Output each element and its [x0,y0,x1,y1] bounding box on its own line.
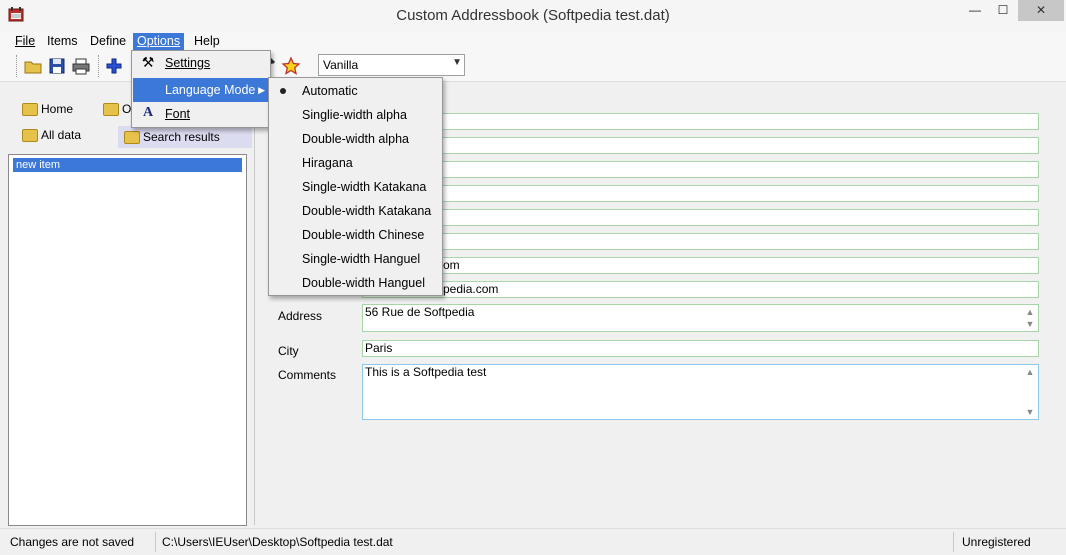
toolbar-separator [98,55,102,77]
form-field-3[interactable] [362,161,1039,178]
menu-options[interactable]: Options [133,33,185,50]
scroll-down-icon[interactable]: ▼ [1025,407,1035,417]
form-field-email[interactable]: om [362,257,1039,274]
city-label: City [278,344,299,358]
form-field-4[interactable] [362,185,1039,202]
comments-value: This is a Softpedia test [365,365,487,379]
language-double-width-katakana-label: Double-width Katakana [302,204,432,218]
font-icon: A [142,105,154,120]
language-double-width-hanguel[interactable]: Double-width Hanguel [270,271,441,295]
menu-help-label: Help [194,34,220,48]
language-automatic[interactable]: Automatic [270,79,441,103]
form-field-website[interactable]: pedia.com [362,281,1039,298]
menu-item-font[interactable]: A Font [133,102,269,126]
menu-item-settings[interactable]: ⚒ Settings [133,51,269,75]
view-combo-value: Vanilla [323,58,359,72]
language-single-width-hanguel[interactable]: Single-width Hanguel [270,247,441,271]
minimize-button[interactable]: — [962,0,988,21]
menu-define[interactable]: Define [86,33,130,50]
language-single-width-katakana-label: Single-width Katakana [302,180,427,194]
menu-items-label: Items [47,34,78,48]
language-single-width-hanguel-label: Single-width Hanguel [302,252,421,266]
file-path: C:\Users\IEUser\Desktop\Softpedia test.d… [162,535,393,549]
window-title: Custom Addressbook (Softpedia test.dat) [396,7,670,24]
tab-all-data[interactable]: All data [22,124,81,146]
form-field-2[interactable] [362,137,1039,154]
favorite-star-icon[interactable] [281,56,301,76]
language-double-width-katakana[interactable]: Double-width Katakana [270,199,441,223]
save-status: Changes are not saved [10,535,135,549]
options-menu: ⚒ Settings Language Mode ▶ A Font [131,50,271,128]
language-single-width-katakana[interactable]: Single-width Katakana [270,175,441,199]
language-double-width-alpha-label: Double-width alpha [302,132,410,146]
item-list[interactable]: new item [8,154,247,526]
selected-bullet-icon [280,88,286,94]
menu-options-label: Options [137,34,181,48]
folder-icon [124,130,140,144]
folder-icon [22,128,38,142]
comments-field[interactable]: This is a Softpedia test ▲ ▼ [362,364,1039,420]
menu-file[interactable]: File [11,33,39,50]
language-double-width-alpha[interactable]: Double-width alpha [270,127,441,151]
language-single-width-alpha[interactable]: Singlie-width alpha [270,103,441,127]
tab-home-label: Home [41,102,74,116]
tab-all-data-label: All data [41,128,82,142]
language-automatic-label: Automatic [302,84,358,98]
folder-icon [22,102,38,116]
registration-status: Unregistered [962,535,1031,549]
tab-home[interactable]: Home [22,98,73,120]
scroll-down-icon[interactable]: ▼ [1025,319,1035,329]
settings-tools-icon: ⚒ [141,54,155,70]
form-field-1[interactable] [362,113,1039,130]
language-hiragana-label: Hiragana [302,156,353,170]
language-double-width-chinese-label: Double-width Chinese [302,228,425,242]
folder-icon [103,102,119,116]
scroll-up-icon[interactable]: ▲ [1025,367,1035,377]
maximize-button[interactable]: ☐ [990,0,1016,21]
scroll-up-icon[interactable]: ▲ [1025,307,1035,317]
toolbar-grip[interactable] [16,55,20,77]
menu-item-font-label: Font [165,107,191,121]
address-value: 56 Rue de Softpedia [365,305,475,319]
add-item-icon[interactable] [104,56,124,76]
menu-item-language-mode-label: Language Mode [165,83,256,97]
city-value: Paris [365,341,393,355]
form-field-6[interactable] [362,233,1039,250]
menu-bar: File Items Define Options Help [0,31,1066,51]
form-field-email-value: om [443,258,460,272]
city-field[interactable]: Paris [362,340,1039,357]
comments-label: Comments [278,368,337,382]
language-hiragana[interactable]: Hiragana [270,151,441,175]
panel-splitter[interactable] [254,85,255,525]
submenu-arrow-icon: ▶ [258,85,265,95]
status-bar: Changes are not saved C:\Users\IEUser\De… [0,528,1066,555]
menu-item-settings-label: Settings [165,56,211,70]
menu-file-label: File [15,34,36,48]
address-field[interactable]: 56 Rue de Softpedia ▲ ▼ [362,304,1039,332]
language-mode-submenu: Automatic Singlie-width alpha Double-wid… [268,77,443,296]
tab-search-results-label: Search results [143,130,220,144]
language-single-width-alpha-label: Singlie-width alpha [302,108,407,122]
title-bar: Custom Addressbook (Softpedia test.dat) … [0,0,1066,32]
print-icon[interactable] [71,56,91,76]
close-button[interactable]: ✕ [1018,0,1064,21]
form-field-5[interactable] [362,209,1039,226]
menu-define-label: Define [90,34,127,48]
language-double-width-hanguel-label: Double-width Hanguel [302,276,425,290]
list-item[interactable]: new item [13,158,242,172]
language-double-width-chinese[interactable]: Double-width Chinese [270,223,441,247]
chevron-down-icon[interactable]: ▼ [452,57,462,68]
menu-help[interactable]: Help [190,33,224,50]
menu-items[interactable]: Items [43,33,82,50]
form-field-website-value: pedia.com [443,282,499,296]
tab-search-results[interactable]: Search results [118,126,252,148]
view-combo[interactable]: Vanilla ▼ [318,54,465,76]
tab-office[interactable]: Of [103,98,135,120]
open-folder-icon[interactable] [23,56,43,76]
save-icon[interactable] [47,56,67,76]
menu-item-language-mode[interactable]: Language Mode ▶ [133,78,269,102]
address-label: Address [278,309,323,323]
